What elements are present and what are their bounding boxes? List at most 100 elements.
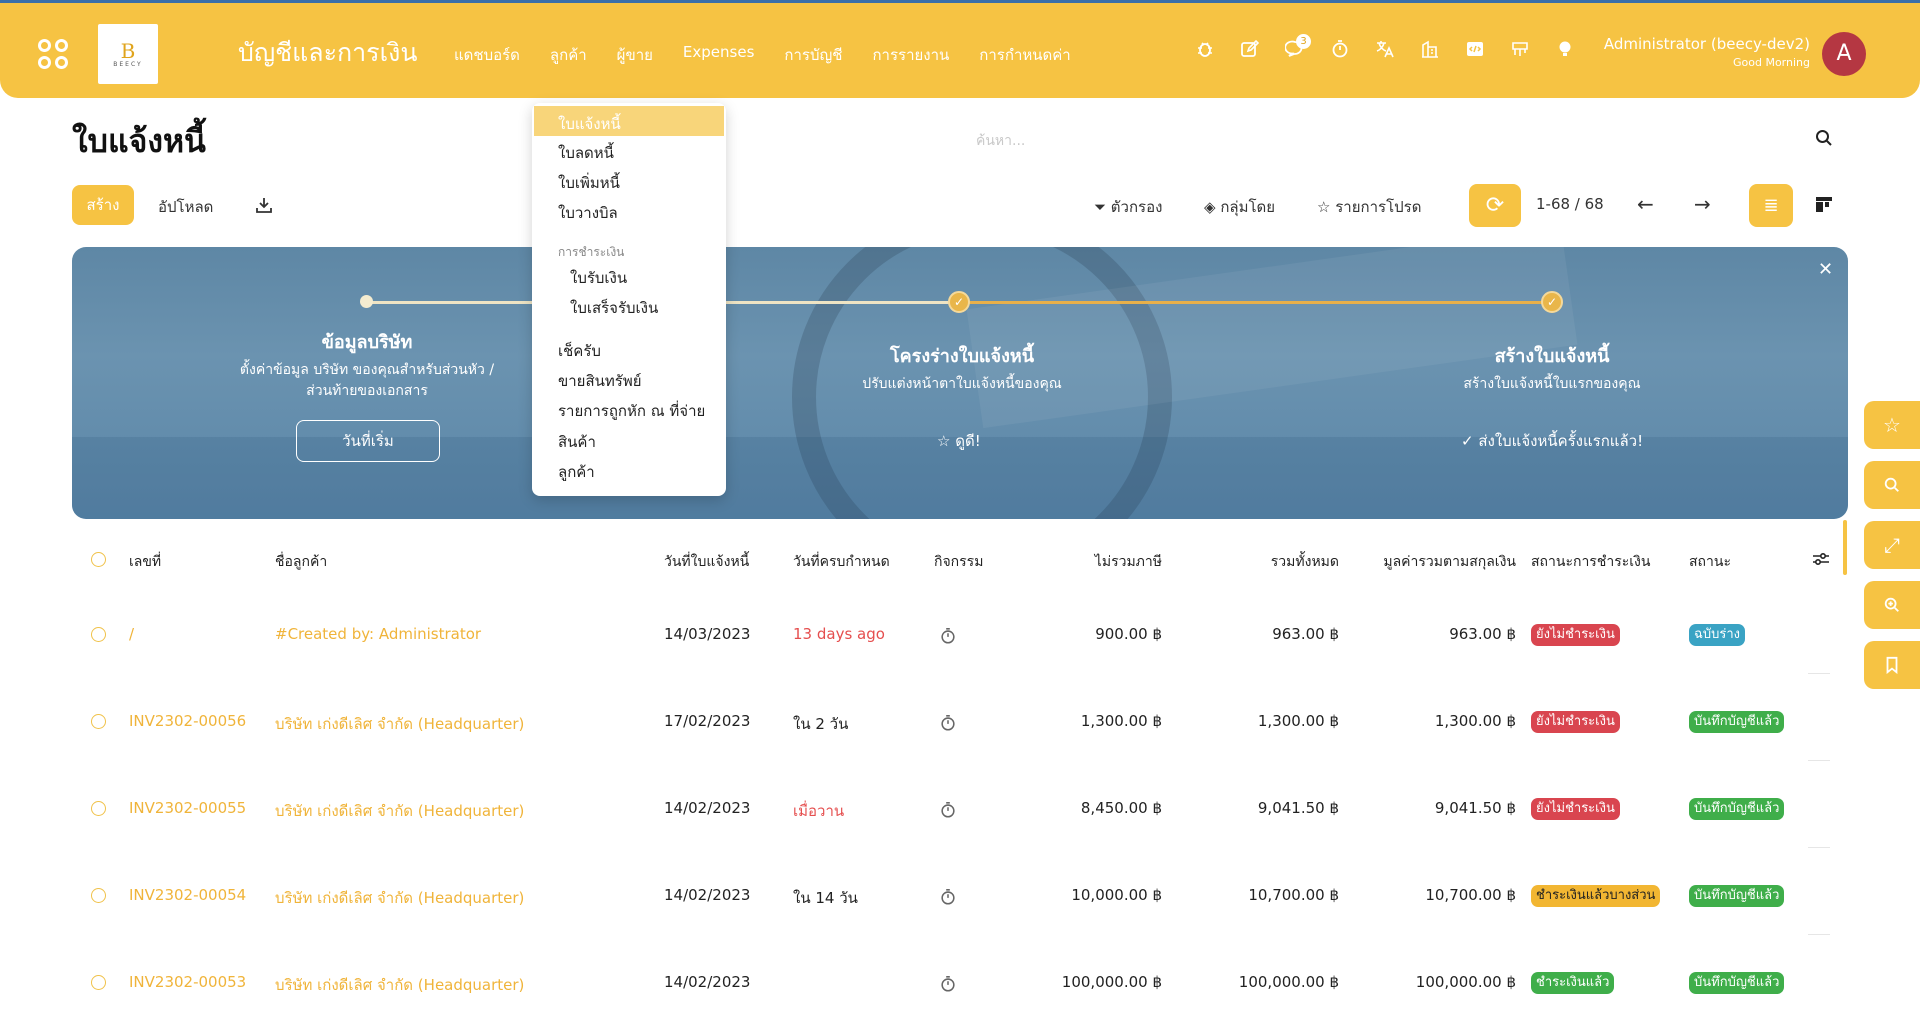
menu-customers[interactable]: ลูกค้า: [550, 43, 587, 67]
column-untaxed[interactable]: ไม่รวมภาษี: [1000, 551, 1162, 573]
list-view-button[interactable]: ≣: [1749, 184, 1793, 227]
megaphone-icon[interactable]: [1497, 39, 1542, 65]
customer-name[interactable]: #Created by: Administrator: [275, 625, 481, 643]
amount-untaxed: 10,000.00 ฿: [1071, 886, 1162, 904]
app-title: บัญชีและการเงิน: [238, 38, 418, 67]
close-icon[interactable]: ✕: [1818, 259, 1833, 280]
download-icon[interactable]: [254, 195, 274, 215]
dropdown-item-receipts[interactable]: ใบรับเงิน: [570, 266, 627, 290]
dropdown-section-payments: การชำระเงิน: [558, 245, 625, 259]
upload-button[interactable]: อัปโหลด: [158, 195, 213, 219]
bug-icon[interactable]: [1182, 39, 1227, 65]
stopwatch-icon[interactable]: [1317, 39, 1362, 65]
invoice-number[interactable]: INV2302-00053: [129, 973, 246, 991]
column-customer[interactable]: ชื่อลูกค้า: [275, 551, 327, 573]
menu-expenses[interactable]: Expenses: [683, 43, 754, 67]
main-menu: แดชบอร์ด ลูกค้า ผู้ขาย Expenses การบัญชี…: [454, 43, 1101, 67]
menu-vendors[interactable]: ผู้ขาย: [617, 43, 653, 67]
stopwatch-icon[interactable]: [939, 801, 957, 819]
column-due-date[interactable]: วันที่ครบกำหนด: [793, 551, 890, 573]
column-total[interactable]: รวมทั้งหมด: [1180, 551, 1339, 573]
group-by-button[interactable]: ◈ กลุ่มโดย: [1204, 195, 1275, 219]
stopwatch-icon[interactable]: [939, 714, 957, 732]
bookmark-icon[interactable]: [1864, 641, 1920, 689]
customer-name[interactable]: บริษัท เก่งดีเลิศ จำกัด (Headquarter): [275, 973, 524, 997]
column-status[interactable]: สถานะ: [1689, 551, 1731, 573]
dropdown-item-cheques[interactable]: เช็ครับ: [558, 339, 601, 363]
optional-columns-icon[interactable]: [1812, 550, 1830, 568]
refresh-button[interactable]: ⟳: [1469, 184, 1521, 227]
customer-name[interactable]: บริษัท เก่งดีเลิศ จำกัด (Headquarter): [275, 712, 524, 736]
dropdown-item-debit-notes[interactable]: ใบเพิ่มหนี้: [558, 171, 620, 195]
due-date: เมื่อวาน: [793, 802, 845, 820]
dropdown-item-credit-notes[interactable]: ใบลดหนี้: [558, 141, 614, 165]
customer-name[interactable]: บริษัท เก่งดีเลิศ จำกัด (Headquarter): [275, 886, 524, 910]
menu-reporting[interactable]: การรายงาน: [872, 43, 949, 67]
apps-grid-icon[interactable]: [38, 39, 70, 71]
star-outline-icon: ☆: [1317, 198, 1331, 216]
search-icon[interactable]: [1814, 128, 1834, 148]
user-menu[interactable]: Administrator (beecy-dev2) Good Morning: [1604, 35, 1810, 69]
code-icon[interactable]: [1452, 39, 1497, 65]
star-icon[interactable]: ☆: [1864, 401, 1920, 449]
favorites-button[interactable]: ☆ รายการโปรด: [1317, 195, 1421, 219]
menu-accounting[interactable]: การบัญชี: [784, 43, 842, 67]
row-checkbox[interactable]: [91, 714, 106, 729]
stopwatch-icon[interactable]: [939, 888, 957, 906]
filter-icon: ⏷: [1094, 198, 1107, 216]
dropdown-item-withholding[interactable]: รายการถูกหัก ณ ที่จ่าย: [558, 399, 705, 423]
column-invoice-date[interactable]: วันที่ใบแจ้งหนี้: [664, 551, 749, 573]
stopwatch-icon[interactable]: [939, 627, 957, 645]
select-all-checkbox[interactable]: [91, 552, 106, 567]
avatar[interactable]: A: [1822, 32, 1866, 76]
row-checkbox[interactable]: [91, 627, 106, 642]
chat-icon[interactable]: 3: [1272, 34, 1317, 65]
zoom-in-icon[interactable]: [1864, 581, 1920, 629]
dropdown-item-payment-receipts[interactable]: ใบเสร็จรับเงิน: [570, 296, 658, 320]
dropdown-item-billing[interactable]: ใบวางบิล: [558, 201, 618, 225]
stopwatch-icon[interactable]: [939, 975, 957, 993]
column-total-currency[interactable]: มูลค่ารวมตามสกุลเงิน: [1340, 551, 1516, 573]
building-icon[interactable]: [1407, 39, 1452, 65]
create-button[interactable]: สร้าง: [72, 185, 134, 225]
row-checkbox[interactable]: [91, 801, 106, 816]
start-button[interactable]: วันที่เริ่ม: [296, 420, 440, 462]
invoice-number[interactable]: INV2302-00055: [129, 799, 246, 817]
amount-total-currency: 1,300.00 ฿: [1434, 712, 1516, 730]
progress-line-done: [962, 301, 1556, 304]
translate-icon[interactable]: [1362, 39, 1407, 65]
column-number[interactable]: เลขที่: [129, 551, 161, 573]
filter-button[interactable]: ⏷ ตัวกรอง: [1094, 195, 1162, 219]
menu-configuration[interactable]: การกำหนดค่า: [979, 43, 1070, 67]
menu-dashboard[interactable]: แดชบอร์ด: [454, 43, 520, 67]
row-checkbox[interactable]: [91, 888, 106, 903]
due-date: 13 days ago: [793, 625, 885, 643]
company-logo[interactable]: B BEECY: [98, 24, 158, 84]
arrow-right-icon[interactable]: →: [1694, 192, 1711, 216]
arrow-left-icon[interactable]: ←: [1637, 192, 1654, 216]
search-input[interactable]: ค้นหา...: [976, 130, 1025, 152]
customer-name[interactable]: บริษัท เก่งดีเลิศ จำกัด (Headquarter): [275, 799, 524, 823]
invoice-number[interactable]: INV2302-00056: [129, 712, 246, 730]
search-icon[interactable]: [1864, 461, 1920, 509]
user-name: Administrator (beecy-dev2): [1603, 35, 1810, 53]
dropdown-item-asset-sales[interactable]: ขายสินทรัพย์: [558, 369, 642, 393]
expand-icon[interactable]: ⤢: [1864, 521, 1920, 569]
dropdown-item-customers[interactable]: ลูกค้า: [558, 460, 595, 484]
lightbulb-icon[interactable]: [1542, 39, 1587, 65]
dropdown-item-invoices[interactable]: ใบแจ้งหนี้: [534, 106, 724, 136]
column-payment-status[interactable]: สถานะการชำระเงิน: [1531, 551, 1650, 573]
pager-value[interactable]: 1-68 / 68: [1536, 195, 1604, 213]
step3-check-icon: ✓: [1541, 291, 1563, 313]
invoice-number[interactable]: INV2302-00054: [129, 886, 246, 904]
edit-icon[interactable]: [1227, 39, 1272, 65]
scrollbar[interactable]: [1843, 520, 1847, 575]
looks-great-link[interactable]: ☆ ดูดี!: [937, 429, 981, 453]
dropdown-item-products[interactable]: สินค้า: [558, 430, 596, 454]
invoice-number[interactable]: /: [129, 625, 134, 643]
row-checkbox[interactable]: [91, 975, 106, 990]
amount-untaxed: 900.00 ฿: [1095, 625, 1162, 643]
kanban-view-icon[interactable]: [1814, 194, 1834, 214]
first-invoice-sent-link[interactable]: ✓ ส่งใบแจ้งหนี้ครั้งแรกแล้ว!: [1461, 429, 1643, 453]
column-activity[interactable]: กิจกรรม: [934, 551, 983, 573]
